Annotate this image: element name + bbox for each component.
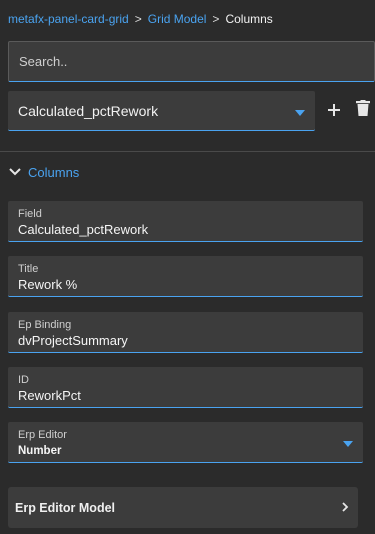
breadcrumb-link-grid-model[interactable]: Grid Model: [148, 12, 207, 26]
add-column-button[interactable]: [324, 98, 344, 122]
erp-editor-select[interactable]: Erp Editor Number: [8, 422, 363, 463]
field-input[interactable]: Field Calculated_pctRework: [8, 201, 363, 242]
section-title: Columns: [28, 164, 80, 180]
trash-icon: [356, 100, 370, 116]
field-value[interactable]: Calculated_pctRework: [18, 222, 148, 237]
delete-column-button[interactable]: [356, 100, 372, 122]
erp-editor-model-row[interactable]: Erp Editor Model: [8, 487, 358, 528]
breadcrumb-separator: >: [212, 12, 220, 26]
ep-binding-value[interactable]: dvProjectSummary: [18, 333, 128, 348]
breadcrumb-separator: >: [134, 12, 142, 26]
chevron-right-icon: [342, 502, 349, 512]
ep-binding-label: Ep Binding: [18, 319, 72, 331]
breadcrumb-current: Columns: [225, 12, 273, 26]
id-label: ID: [18, 374, 29, 386]
id-input[interactable]: ID ReworkPct: [8, 367, 363, 408]
search-box[interactable]: [8, 41, 375, 82]
divider: [0, 151, 375, 152]
id-value[interactable]: ReworkPct: [18, 388, 81, 403]
title-value[interactable]: Rework %: [18, 277, 77, 292]
title-input[interactable]: Title Rework %: [8, 256, 363, 297]
chevron-down-icon: [343, 441, 353, 447]
breadcrumb-link-panel[interactable]: metafx-panel-card-grid: [8, 12, 129, 26]
erp-editor-label: Erp Editor: [18, 429, 67, 441]
column-select[interactable]: Calculated_pctRework: [8, 91, 315, 131]
ep-binding-input[interactable]: Ep Binding dvProjectSummary: [8, 312, 363, 353]
column-select-value: Calculated_pctRework: [18, 102, 159, 119]
erp-editor-value: Number: [18, 445, 62, 457]
erp-editor-model-label: Erp Editor Model: [15, 500, 115, 515]
search-input[interactable]: [19, 54, 374, 69]
breadcrumb: metafx-panel-card-grid > Grid Model > Column…: [8, 12, 273, 26]
columns-section-toggle[interactable]: Columns: [8, 163, 79, 181]
title-label: Title: [18, 263, 39, 275]
chevron-down-icon: [9, 168, 21, 176]
plus-icon: [328, 104, 340, 116]
field-label: Field: [18, 208, 42, 220]
chevron-down-icon: [295, 110, 305, 116]
